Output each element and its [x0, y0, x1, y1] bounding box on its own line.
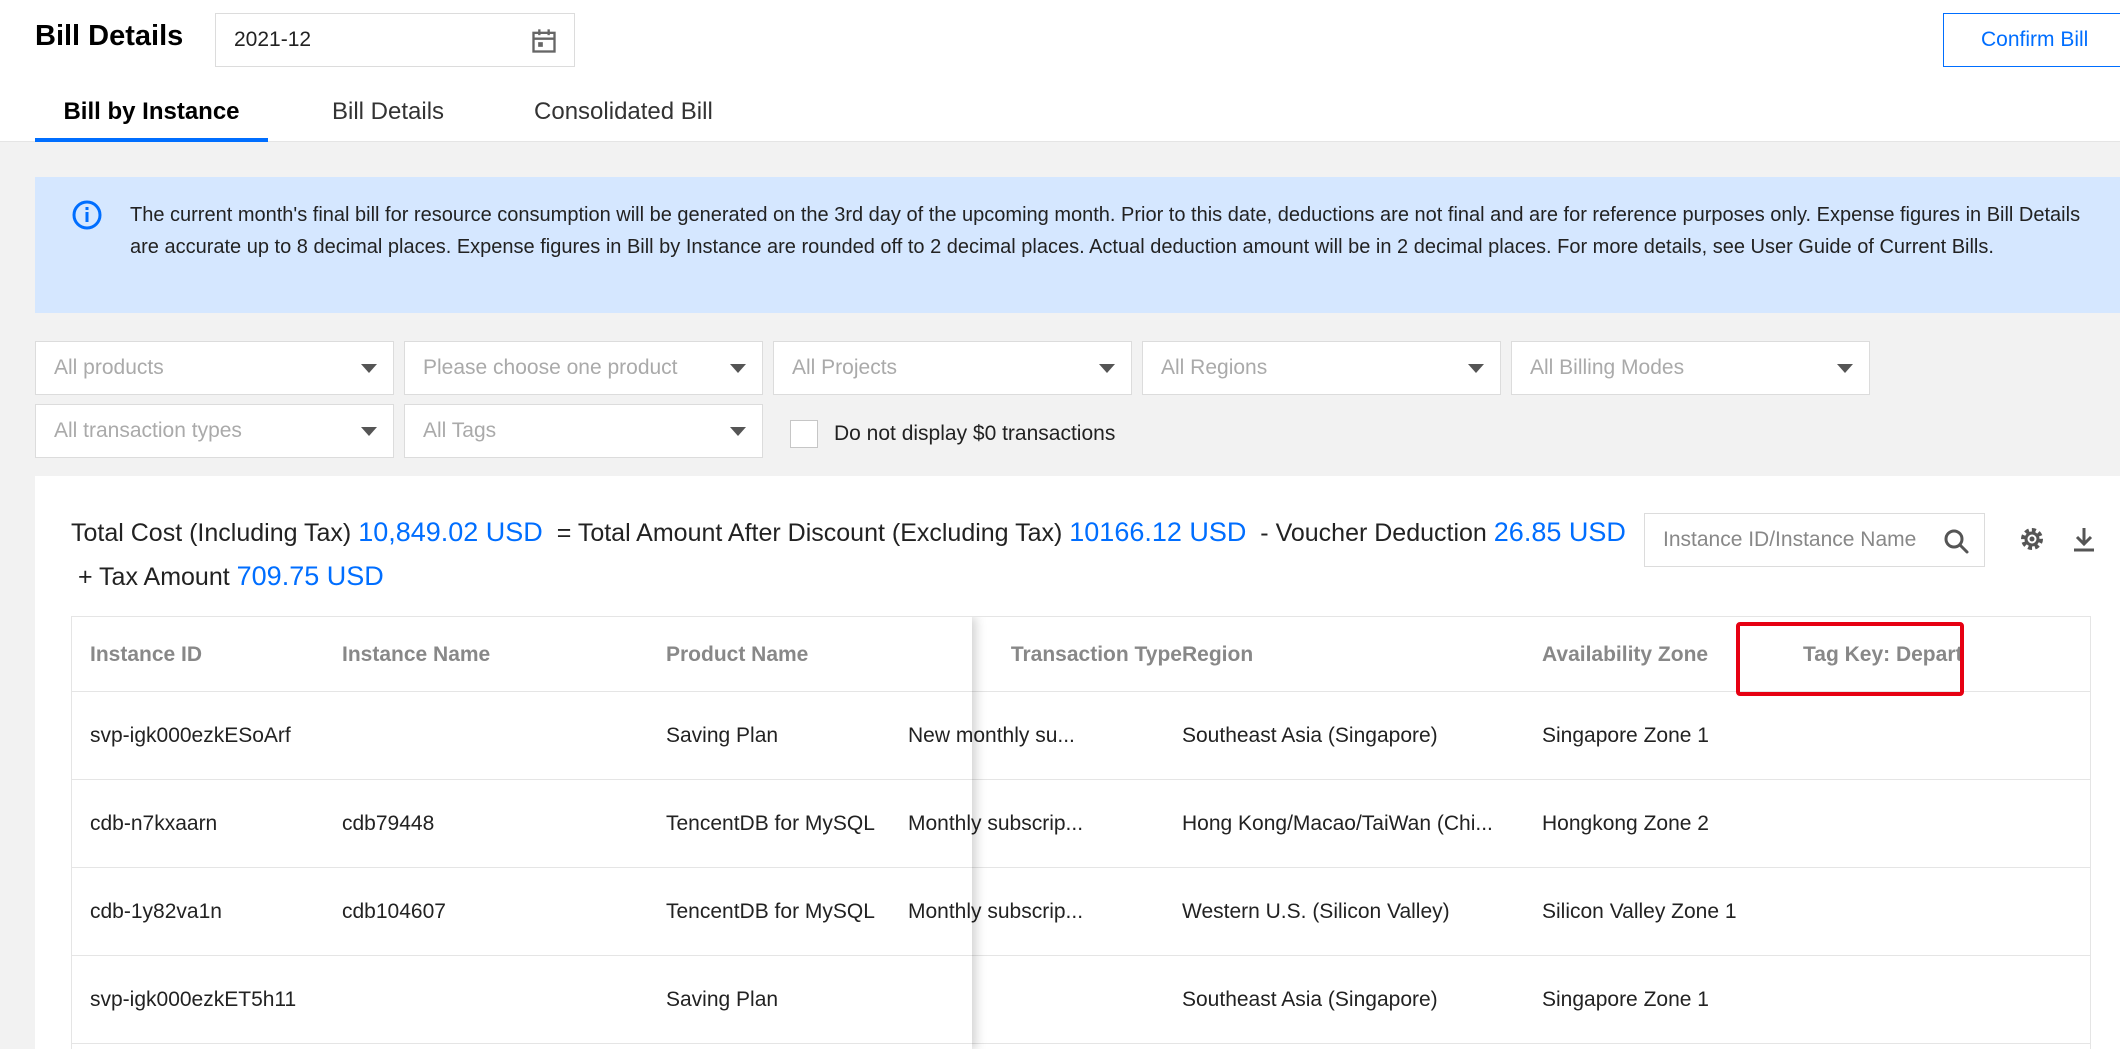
- search-icon[interactable]: [1942, 527, 1970, 555]
- cell-instance-name: cdb79448: [342, 812, 435, 835]
- caret-down-icon: [730, 427, 746, 436]
- tags-filter[interactable]: All Tags: [404, 404, 763, 458]
- cell-region: Western U.S. (Silicon Valley): [1182, 900, 1450, 923]
- cell-product-name: Saving Plan: [666, 988, 779, 1011]
- col-instance-id[interactable]: Instance ID: [90, 617, 202, 692]
- caret-down-icon: [1468, 364, 1484, 373]
- after-discount-value: 10166.12 USD: [1069, 517, 1247, 547]
- cell-transaction-type: Monthly subscrip...: [908, 812, 1084, 835]
- caret-down-icon: [361, 364, 377, 373]
- col-instance-name[interactable]: Instance Name: [342, 617, 490, 692]
- regions-filter-value: All Regions: [1161, 356, 1268, 379]
- download-icon[interactable]: [2069, 524, 2099, 554]
- instance-search-input[interactable]: [1645, 514, 1935, 566]
- cell-instance-id: cdb-1y82va1n: [90, 900, 222, 923]
- gear-icon[interactable]: [2017, 524, 2047, 554]
- product-detail-filter[interactable]: Please choose one product: [404, 341, 763, 395]
- cell-transaction-type: [908, 956, 1182, 1044]
- page-header: Bill Details 2021-12 Confirm Bill Bill b…: [0, 0, 2120, 142]
- cell-availability-zone: Singapore Zone 1: [1542, 724, 1709, 747]
- instance-search: [1644, 513, 1985, 567]
- col-region[interactable]: Region: [1182, 617, 1253, 692]
- confirm-bill-button[interactable]: Confirm Bill: [1943, 13, 2120, 67]
- info-icon: [72, 200, 102, 230]
- table-header: Instance ID Instance Name Product Name T…: [72, 617, 2090, 692]
- total-cost-label: Total Cost (Including Tax): [71, 519, 352, 547]
- caret-down-icon: [730, 364, 746, 373]
- cell-availability-zone: Singapore Zone 1: [1542, 988, 1709, 1011]
- calendar-icon: [532, 29, 556, 53]
- projects-filter[interactable]: All Projects: [773, 341, 1132, 395]
- notice-text: The current month's final bill for resou…: [130, 204, 2081, 258]
- transaction-types-filter-value: All transaction types: [54, 419, 242, 442]
- tax-value: 709.75 USD: [236, 561, 384, 591]
- col-availability-zone[interactable]: Availability Zone: [1542, 617, 1708, 692]
- cell-instance-id: cdb-n7kxaarn: [90, 812, 218, 835]
- tax-label: + Tax Amount: [77, 563, 230, 591]
- hide-zero-option: Do not display $0 transactions: [790, 420, 1115, 448]
- regions-filter[interactable]: All Regions: [1142, 341, 1501, 395]
- tab-bill-by-instance[interactable]: Bill by Instance: [35, 92, 268, 142]
- cost-summary: Total Cost (Including Tax) 10,849.02 USD…: [71, 511, 1631, 599]
- cell-instance-id: svp-igk000ezkESoArf: [90, 724, 291, 747]
- cell-region: Southeast Asia (Singapore): [1182, 988, 1438, 1011]
- info-notice: The current month's final bill for resou…: [35, 177, 2120, 313]
- tab-bill-details[interactable]: Bill Details: [332, 92, 444, 142]
- table-row[interactable]: cdb-1y82va1n cdb104607 TencentDB for MyS…: [72, 868, 2090, 956]
- hide-zero-checkbox[interactable]: [790, 420, 818, 448]
- cell-product-name: TencentDB for MySQL: [666, 812, 875, 835]
- bill-card: Total Cost (Including Tax) 10,849.02 USD…: [35, 476, 2120, 1049]
- cell-availability-zone: Hongkong Zone 2: [1542, 812, 1709, 835]
- projects-filter-value: All Projects: [792, 356, 898, 379]
- table-row[interactable]: svp-igk000ezkET5h11 Saving Plan Southeas…: [72, 956, 2090, 1044]
- caret-down-icon: [1837, 364, 1853, 373]
- tab-bar: Bill by Instance Bill Details Consolidat…: [35, 92, 713, 142]
- products-filter[interactable]: All products: [35, 341, 394, 395]
- table-row[interactable]: svp-igk000ezkESoArf Saving Plan New mont…: [72, 692, 2090, 780]
- caret-down-icon: [361, 427, 377, 436]
- billing-modes-filter-value: All Billing Modes: [1530, 356, 1685, 379]
- table-row[interactable]: cdb-n7kxaarn cdb79448 TencentDB for MySQ…: [72, 780, 2090, 868]
- hide-zero-label: Do not display $0 transactions: [834, 422, 1116, 445]
- cell-region: Southeast Asia (Singapore): [1182, 724, 1438, 747]
- cell-instance-name: cdb104607: [342, 900, 446, 923]
- month-value: 2021-12: [234, 28, 312, 51]
- products-filter-value: All products: [54, 356, 164, 379]
- caret-down-icon: [1099, 364, 1115, 373]
- cell-availability-zone: Silicon Valley Zone 1: [1542, 900, 1737, 923]
- cell-product-name: Saving Plan: [666, 724, 779, 747]
- after-discount-label: = Total Amount After Discount (Excluding…: [556, 519, 1063, 547]
- cell-product-name: TencentDB for MySQL: [666, 900, 875, 923]
- transaction-types-filter[interactable]: All transaction types: [35, 404, 394, 458]
- cell-transaction-type: New monthly su...: [908, 724, 1075, 747]
- tab-consolidated-bill[interactable]: Consolidated Bill: [534, 92, 713, 142]
- instance-bill-table: Instance ID Instance Name Product Name T…: [71, 616, 2091, 1049]
- col-tag-key-depart[interactable]: Tag Key: Depart: [1803, 617, 1962, 692]
- cell-region: Hong Kong/Macao/TaiWan (Chi...: [1182, 812, 1493, 835]
- month-picker[interactable]: 2021-12: [215, 13, 575, 67]
- page-title: Bill Details: [35, 20, 184, 52]
- billing-modes-filter[interactable]: All Billing Modes: [1511, 341, 1870, 395]
- cell-transaction-type: Monthly subscrip...: [908, 900, 1084, 923]
- cell-instance-id: svp-igk000ezkET5h11: [90, 988, 297, 1011]
- total-cost-value: 10,849.02 USD: [358, 517, 543, 547]
- voucher-value: 26.85 USD: [1493, 517, 1626, 547]
- product-detail-filter-value: Please choose one product: [423, 356, 678, 379]
- voucher-label: - Voucher Deduction: [1260, 519, 1487, 547]
- col-transaction-type[interactable]: Transaction Type: [934, 617, 1182, 692]
- tags-filter-value: All Tags: [423, 419, 497, 442]
- col-product-name[interactable]: Product Name: [666, 617, 808, 692]
